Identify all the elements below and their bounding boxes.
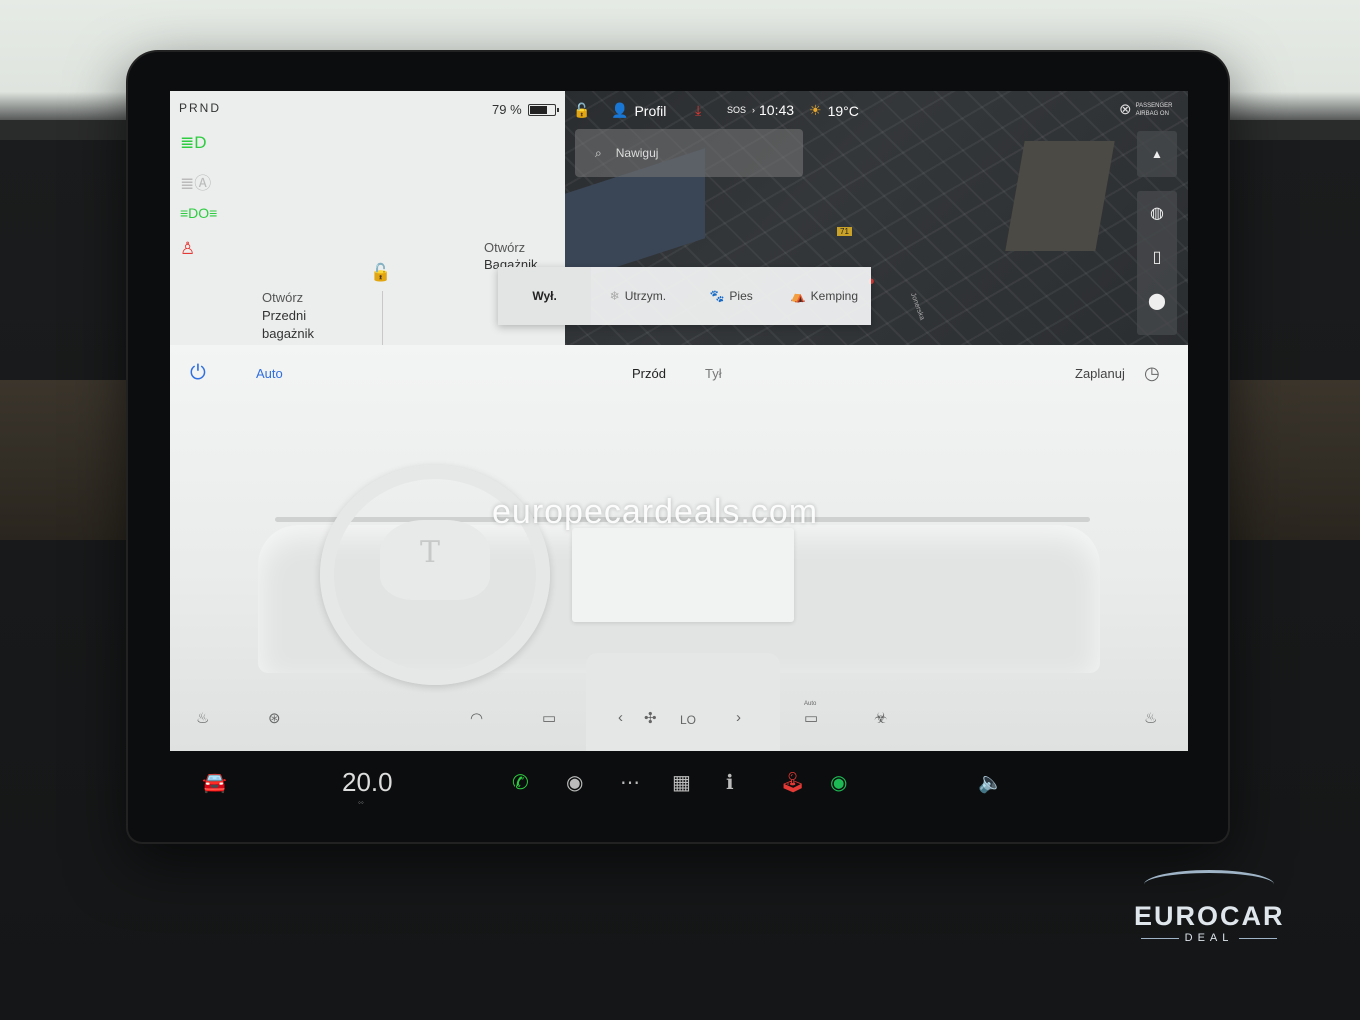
sos-label: SOS bbox=[727, 105, 747, 115]
volume-icon[interactable]: 🔈 bbox=[978, 770, 1003, 795]
logo-name: EUROCAR bbox=[1134, 901, 1285, 931]
search-placeholder: Nawiguj bbox=[615, 146, 659, 160]
fan-icon: ✣ bbox=[644, 710, 657, 727]
touchscreen: PRND 79 % ≣D ≣Ⓐ ≡DO≡ ♙ 🔓 Otwórz Przedni … bbox=[170, 91, 1188, 751]
auto-button[interactable]: Auto bbox=[256, 366, 283, 381]
mode-keep-label: Utrzym. bbox=[624, 289, 667, 303]
logo-sub: DEAL bbox=[1134, 932, 1284, 944]
mode-off-label: Wył. bbox=[532, 289, 557, 303]
climate-panel: T ⏻ Auto Przód Tył Zaplanuj ◷ europecard… bbox=[170, 345, 1188, 751]
charging-icon[interactable]: ▯ bbox=[1137, 247, 1177, 267]
airbag-off-icon: ⊗ bbox=[1119, 101, 1132, 118]
temperature-value: 20.0 bbox=[342, 767, 393, 797]
trunk-label-1: Otwórz bbox=[484, 240, 526, 255]
manual-icon[interactable]: ℹ bbox=[726, 770, 734, 795]
bioweapon-defense-icon[interactable]: ☣ bbox=[874, 709, 887, 727]
car-outline bbox=[382, 291, 383, 345]
dog-icon: 🐾 bbox=[709, 289, 725, 303]
parking-lights-icon: ≡DO≡ bbox=[180, 205, 218, 221]
location-pin-icon[interactable]: ⬤ bbox=[1137, 291, 1177, 311]
unlock-icon[interactable]: 🔓 bbox=[370, 263, 391, 283]
mode-keep-button[interactable]: ❄ Utrzym. bbox=[591, 267, 684, 325]
fan-increase-icon[interactable]: › bbox=[736, 709, 741, 726]
car-icon[interactable]: 🚘 bbox=[202, 770, 227, 795]
navigation-search-input[interactable]: ⌕ Nawiguj bbox=[575, 129, 803, 177]
tesla-logo-icon: T bbox=[420, 535, 441, 570]
sun-icon: ☀ bbox=[809, 102, 822, 118]
battery-percentage: 79 % bbox=[492, 102, 522, 117]
seatbelt-warning-icon: ♙ bbox=[180, 239, 196, 258]
download-icon[interactable]: ⤓ bbox=[695, 102, 701, 119]
frunk-label-1: Otwórz bbox=[262, 290, 304, 305]
clock-time: 10:43 bbox=[759, 102, 795, 118]
temperature-label: 19°C bbox=[827, 102, 859, 119]
camera-icon[interactable]: ◉ bbox=[566, 770, 583, 795]
airbag-line2: AIRBAG ON bbox=[1135, 111, 1169, 117]
frunk-label-3: bagażnik bbox=[262, 326, 315, 341]
car-silhouette-icon bbox=[1144, 870, 1274, 899]
front-defrost-icon[interactable]: ◠ bbox=[470, 709, 483, 727]
status-bar: 🔓 👤 Profil ⤓ SOS › 10:43 ☀ 19°C bbox=[565, 91, 1188, 129]
tent-icon: ⛺ bbox=[790, 289, 806, 303]
seat-heater-left-icon[interactable]: ♨ bbox=[196, 709, 209, 727]
eurocar-deal-logo: EUROCAR DEAL bbox=[1134, 870, 1284, 944]
toybox-icon[interactable]: 🕹 bbox=[780, 770, 805, 795]
mode-camp-button[interactable]: ⛺ Kemping bbox=[778, 267, 871, 325]
road-badge: 71 bbox=[837, 227, 852, 236]
seat-icon: ◦◦ bbox=[358, 798, 364, 807]
airbag-line1: PASSENGER bbox=[1135, 103, 1173, 109]
compass-button[interactable]: ▲ bbox=[1137, 131, 1177, 177]
more-icon[interactable]: ⋯ bbox=[620, 770, 640, 795]
map-field bbox=[1005, 141, 1115, 251]
fan-decrease-icon[interactable]: ‹ bbox=[618, 709, 623, 726]
sos-icon[interactable]: SOS › bbox=[727, 105, 755, 115]
globe-icon[interactable]: ◍ bbox=[1137, 203, 1177, 223]
temperature-display[interactable]: 20.0 bbox=[342, 767, 393, 798]
frunk-label-2: Przedni bbox=[262, 308, 307, 323]
center-screen-illustration bbox=[572, 528, 794, 622]
climate-mode-popup: Wył. ❄ Utrzym. 🐾 Pies ⛺ Kemping bbox=[498, 267, 871, 325]
seat-heater-right-icon[interactable]: ♨ bbox=[1144, 709, 1157, 727]
front-tab[interactable]: Przód bbox=[632, 366, 666, 381]
rear-defrost-icon[interactable]: ▭ bbox=[542, 709, 556, 727]
search-icon: ⌕ bbox=[595, 145, 602, 160]
mode-off-button[interactable]: Wył. bbox=[498, 267, 592, 325]
low-beam-icon: ≣D bbox=[180, 133, 207, 152]
center-console-illustration bbox=[586, 653, 780, 751]
mode-dog-label: Pies bbox=[729, 289, 753, 303]
phone-icon[interactable]: ✆ bbox=[512, 770, 529, 795]
person-icon: 👤 bbox=[611, 102, 629, 118]
taskbar: 🚘 20.0 ◦◦ ✆ ◉ ⋯ ▦ ℹ 🕹 ◉ 🔈 bbox=[170, 752, 1188, 812]
battery-icon bbox=[527, 103, 559, 116]
auto-small-label: Auto bbox=[804, 701, 817, 707]
map-controls: ◍ ▯ ⬤ bbox=[1137, 191, 1177, 335]
clock-icon[interactable]: ◷ bbox=[1144, 363, 1160, 384]
climate-power-button[interactable]: ⏻ bbox=[190, 362, 206, 385]
steering-heater-icon[interactable]: ⊛ bbox=[268, 709, 281, 727]
street-label: Jonerska bbox=[909, 291, 926, 322]
battery-level-fill bbox=[529, 105, 548, 114]
recirculation-icon[interactable]: ▭ bbox=[804, 709, 818, 727]
rear-tab[interactable]: Tył bbox=[705, 366, 722, 381]
watermark: europecardeals.com bbox=[492, 493, 819, 531]
auto-high-beam-icon: ≣Ⓐ bbox=[180, 174, 212, 193]
battery-status: 79 % bbox=[492, 102, 559, 117]
profile-label: Profil bbox=[634, 102, 667, 119]
outside-temperature: ☀ 19°C bbox=[809, 102, 859, 119]
open-frunk-button[interactable]: Otwórz Przedni bagażnik bbox=[262, 289, 314, 343]
mode-dog-button[interactable]: 🐾 Pies bbox=[685, 267, 778, 325]
fan-level: LO bbox=[680, 713, 697, 727]
keep-climate-icon: ❄ bbox=[609, 289, 620, 303]
passenger-airbag-indicator: ⊗ PASSENGER AIRBAG ON bbox=[1119, 102, 1172, 118]
gear-indicator: PRND bbox=[179, 101, 222, 115]
mode-camp-label: Kemping bbox=[810, 289, 859, 303]
schedule-button[interactable]: Zaplanuj bbox=[1075, 366, 1125, 381]
spotify-icon[interactable]: ◉ bbox=[830, 770, 847, 795]
calendar-icon[interactable]: ▦ bbox=[672, 770, 691, 795]
profile-button[interactable]: 👤 Profil bbox=[611, 102, 666, 119]
lock-status-icon[interactable]: 🔓 bbox=[573, 102, 590, 119]
